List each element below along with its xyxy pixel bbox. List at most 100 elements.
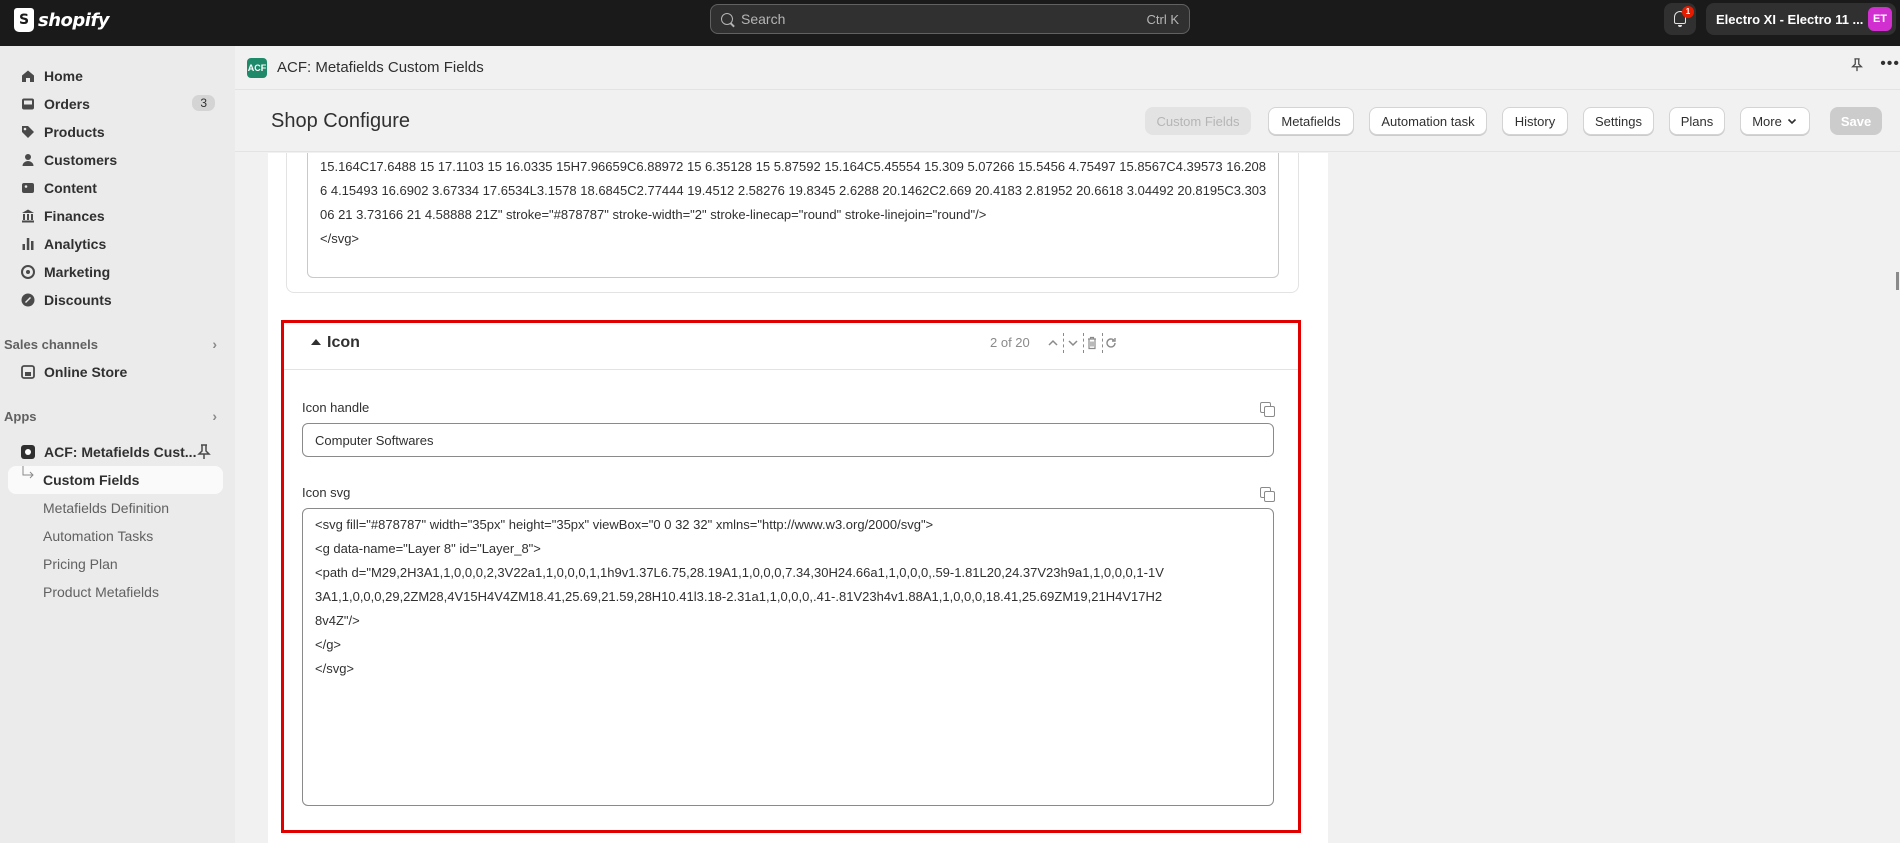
more-button[interactable]: More xyxy=(1740,107,1810,135)
home-icon xyxy=(22,70,34,82)
notifications-button[interactable]: 1 xyxy=(1664,3,1696,35)
plans-button[interactable]: Plans xyxy=(1669,107,1725,135)
sidebar-item-label: Products xyxy=(44,124,105,140)
refresh-icon[interactable] xyxy=(1104,335,1118,351)
sidebar-item-analytics[interactable]: Analytics xyxy=(8,230,223,258)
top-bar: shopify Search Ctrl K 1 Electro XI - Ele… xyxy=(0,0,1900,46)
sidebar-item-online-store[interactable]: Online Store xyxy=(8,358,223,386)
icon-svg-textarea[interactable]: <svg fill="#878787" width="35px" height=… xyxy=(302,508,1274,806)
chevron-down-icon[interactable] xyxy=(1066,335,1080,351)
sidebar-subitem-automation-tasks[interactable]: Automation Tasks xyxy=(43,528,153,544)
more-button-label: More xyxy=(1752,113,1782,129)
icon-card-header[interactable]: Icon 2 of 20 xyxy=(284,323,1298,370)
scrollbar-thumb[interactable] xyxy=(1896,272,1899,290)
automation-task-button[interactable]: Automation task xyxy=(1369,107,1487,135)
pin-icon[interactable] xyxy=(197,444,211,460)
chevron-right-icon: › xyxy=(212,408,217,424)
sidebar-item-label: Discounts xyxy=(44,292,112,308)
sidebar-item-label: Analytics xyxy=(44,236,107,252)
divider xyxy=(1083,333,1084,353)
previous-entry-card: 15.164C17.6488 15 17.1103 15 16.0335 15H… xyxy=(286,153,1299,293)
sidebar-item-acf-app[interactable]: ACF: Metafields Cust... xyxy=(8,438,223,466)
icon-handle-input[interactable]: Computer Softwares xyxy=(302,423,1274,457)
app-icon xyxy=(21,445,35,459)
image-icon xyxy=(22,183,34,193)
icon-handle-label: Icon handle xyxy=(302,400,370,415)
entry-pager: 2 of 20 xyxy=(990,335,1030,350)
history-button[interactable]: History xyxy=(1502,107,1568,135)
settings-button[interactable]: Settings xyxy=(1583,107,1654,135)
section-label: Apps xyxy=(4,408,37,424)
target-icon xyxy=(21,265,35,279)
icon-handle-value: Computer Softwares xyxy=(315,432,434,448)
sidebar-item-customers[interactable]: Customers xyxy=(8,146,223,174)
sidebar-item-orders[interactable]: Orders 3 xyxy=(8,90,223,118)
search-bar[interactable]: Search Ctrl K xyxy=(710,4,1190,34)
store-name: Electro XI - Electro 11 ... xyxy=(1716,11,1864,27)
icon-svg-label: Icon svg xyxy=(302,485,351,500)
discount-icon xyxy=(21,293,35,307)
shopify-bag-icon xyxy=(14,8,34,32)
page-header: Shop Configure Custom Fields Metafields … xyxy=(235,90,1900,152)
custom-fields-button[interactable]: Custom Fields xyxy=(1145,107,1251,135)
divider xyxy=(1102,333,1103,353)
sidebar-item-label: Online Store xyxy=(44,364,128,380)
pin-icon[interactable] xyxy=(1850,58,1864,72)
chevron-right-icon: › xyxy=(212,336,217,352)
sidebar-item-label: Customers xyxy=(44,152,118,168)
sidebar-item-label: ACF: Metafields Cust... xyxy=(44,444,197,460)
tree-connector-icon xyxy=(22,466,34,479)
search-shortcut: Ctrl K xyxy=(1146,11,1180,27)
brand-name: shopify xyxy=(38,9,110,31)
sidebar-item-finances[interactable]: Finances xyxy=(8,202,223,230)
store-menu-button[interactable]: Electro XI - Electro 11 ... ET xyxy=(1706,3,1896,35)
copy-icon[interactable] xyxy=(1260,402,1275,417)
bank-icon xyxy=(22,209,34,223)
sidebar-item-home[interactable]: Home xyxy=(8,62,223,90)
chevron-up-icon[interactable] xyxy=(1046,335,1060,351)
app-title-bar: ACF ACF: Metafields Custom Fields ••• xyxy=(235,46,1900,90)
sidebar-item-label: Finances xyxy=(44,208,105,224)
card-title: Icon xyxy=(327,334,360,351)
trash-icon[interactable] xyxy=(1085,335,1099,351)
sidebar-item-products[interactable]: Products xyxy=(8,118,223,146)
sidebar-item-marketing[interactable]: Marketing xyxy=(8,258,223,286)
main-area: ACF ACF: Metafields Custom Fields ••• Sh… xyxy=(235,46,1900,843)
divider xyxy=(1063,333,1064,353)
more-actions-icon[interactable]: ••• xyxy=(1880,56,1900,72)
copy-icon[interactable] xyxy=(1260,487,1275,502)
orders-count-badge: 3 xyxy=(192,95,215,111)
inbox-icon xyxy=(22,98,34,110)
previous-svg-text: 15.164C17.6488 15 17.1103 15 16.0335 15H… xyxy=(320,159,1267,246)
sidebar-item-label: Marketing xyxy=(44,264,111,280)
section-label: Sales channels xyxy=(4,336,98,352)
notification-badge: 1 xyxy=(1682,6,1694,18)
sidebar-subitem-pricing-plan[interactable]: Pricing Plan xyxy=(43,556,118,572)
icon-svg-text: <svg fill="#878787" width="35px" height=… xyxy=(315,517,1164,676)
person-icon xyxy=(22,154,34,166)
acf-app-icon: ACF xyxy=(247,57,267,78)
sales-channels-header[interactable]: Sales channels › xyxy=(4,334,223,354)
previous-svg-textarea[interactable]: 15.164C17.6488 15 17.1103 15 16.0335 15H… xyxy=(307,153,1279,278)
storefront-icon xyxy=(21,365,35,379)
app-title: ACF: Metafields Custom Fields xyxy=(277,59,484,76)
sidebar-item-discounts[interactable]: Discounts xyxy=(8,286,223,314)
sidebar-subitem-product-metafields[interactable]: Product Metafields xyxy=(43,584,159,600)
icon-entry-card: Icon 2 of 20 Icon handle Computer Softwa… xyxy=(281,320,1301,833)
right-panel xyxy=(1328,153,1900,843)
sidebar-subitem-custom-fields[interactable]: Custom Fields xyxy=(43,472,139,488)
save-button[interactable]: Save xyxy=(1830,107,1882,135)
sidebar-item-label: Content xyxy=(44,180,97,196)
apps-header[interactable]: Apps › xyxy=(4,406,223,426)
avatar: ET xyxy=(1868,7,1892,31)
shopify-logo[interactable]: shopify xyxy=(14,8,110,32)
sidebar-subitem-metafields-definition[interactable]: Metafields Definition xyxy=(43,500,169,516)
metafields-button[interactable]: Metafields xyxy=(1268,107,1354,135)
page-title: Shop Configure xyxy=(271,110,410,132)
sidebar-item-label: Orders xyxy=(44,96,90,112)
collapse-caret-icon[interactable] xyxy=(311,339,321,345)
sidebar-item-content[interactable]: Content xyxy=(8,174,223,202)
bar-chart-icon xyxy=(22,238,34,250)
sidebar-item-label: Home xyxy=(44,68,83,84)
search-icon xyxy=(721,13,733,25)
